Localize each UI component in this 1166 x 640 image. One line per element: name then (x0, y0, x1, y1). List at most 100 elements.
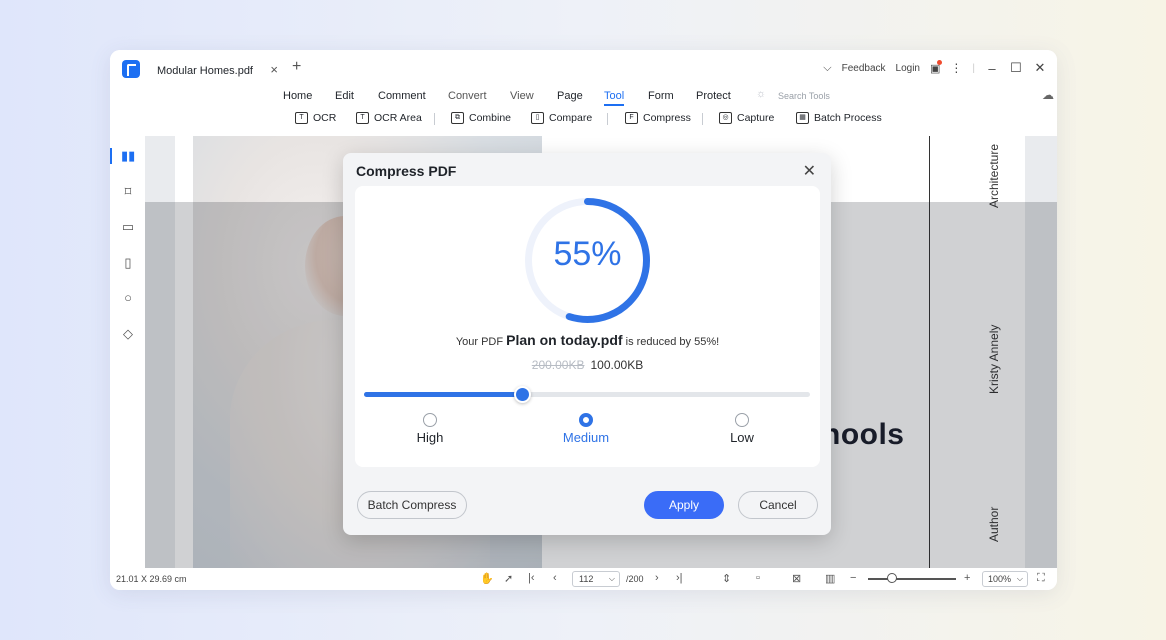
option-high-label: High (416, 430, 444, 445)
next-page-icon[interactable]: › (655, 572, 659, 584)
lightbulb-icon: ☼ (756, 88, 767, 100)
zoom-out-icon[interactable]: − (850, 572, 856, 584)
maximize-icon[interactable]: ☐ (1009, 60, 1023, 76)
new-tab-icon[interactable]: + (292, 58, 301, 76)
tool-capture-label: Capture (737, 112, 775, 124)
menu-comment[interactable]: Comment (378, 90, 426, 102)
bookmark-icon[interactable]: ⌑ (121, 185, 135, 199)
app-logo-icon (122, 60, 140, 78)
fit-page-icon[interactable]: ⊠ (792, 572, 801, 585)
page-number-input[interactable]: 112 ⌵ (572, 571, 620, 587)
title-bar: Modular Homes.pdf × + ⌵ Feedback Login ▣… (110, 50, 1057, 86)
compression-slider[interactable] (364, 392, 810, 397)
tool-combine-label: Combine (469, 112, 512, 124)
tool-ocr-area-label: OCR Area (374, 112, 422, 124)
apply-button[interactable]: Apply (644, 491, 724, 519)
status-bar: 21.01 X 29.69 cm ✋ ➚ |‹ ‹ 112 ⌵ /200 › ›|… (110, 568, 1057, 590)
compare-icon: ▯ (531, 112, 544, 124)
option-low[interactable]: Low (702, 413, 782, 445)
divider: | (972, 62, 975, 74)
zoom-slider[interactable] (868, 578, 956, 580)
page-view-icon[interactable]: ▫ (756, 572, 760, 584)
option-medium[interactable]: Medium (546, 413, 626, 445)
original-size: 200.00KB (531, 358, 585, 372)
more-options-icon[interactable]: ⋮ (950, 61, 962, 75)
feedback-link[interactable]: Feedback (842, 63, 886, 74)
cloud-upload-icon[interactable]: ☁ (1042, 88, 1054, 102)
radio-low[interactable] (735, 413, 749, 427)
tool-compress-label: Compress (643, 112, 691, 124)
divider (434, 113, 435, 125)
zoom-in-icon[interactable]: + (964, 572, 970, 584)
menu-form[interactable]: Form (648, 90, 674, 102)
percent-reduced: 55% (553, 235, 622, 273)
compress-pdf-dialog: Compress PDF ✕ 55% Your PDF Plan on toda… (343, 153, 831, 535)
tool-ocr-area[interactable]: T OCR Area (356, 112, 422, 124)
size-comparison: 200.00KB 100.00KB (355, 358, 820, 372)
radio-high[interactable] (423, 413, 437, 427)
menu-tool[interactable]: Tool (604, 90, 625, 106)
search-tools-input[interactable]: Search Tools (778, 91, 830, 101)
previous-page-icon[interactable]: ‹ (553, 572, 557, 584)
last-page-icon[interactable]: ›| (676, 572, 683, 584)
option-low-label: Low (730, 430, 754, 445)
menu-view[interactable]: View (510, 90, 534, 102)
attachment-icon[interactable]: ▯ (121, 256, 135, 270)
tool-batch-process[interactable]: ▦ Batch Process (796, 112, 882, 124)
ocr-icon: T (295, 112, 308, 124)
search-icon[interactable]: ○ (121, 291, 135, 305)
first-page-icon[interactable]: |‹ (528, 572, 535, 584)
zoom-select[interactable]: 100% ⌵ (982, 571, 1028, 587)
compression-slider-handle[interactable] (514, 386, 532, 403)
comment-icon[interactable]: ▭ (121, 220, 135, 234)
minimize-icon[interactable]: – (985, 61, 999, 76)
option-high[interactable]: High (390, 413, 470, 445)
ocr-area-icon: T (356, 112, 369, 124)
tool-compress[interactable]: F Compress (625, 112, 691, 124)
left-sidebar: ▮▮ ⌑ ▭ ▯ ○ ◇ (110, 136, 145, 568)
radio-medium[interactable] (579, 413, 593, 427)
result-prefix: Your PDF (455, 336, 507, 348)
reading-mode-icon[interactable]: ▥ (825, 572, 835, 585)
fit-height-icon[interactable]: ⇕ (722, 572, 731, 585)
login-link[interactable]: Login (896, 63, 920, 74)
menu-protect[interactable]: Protect (696, 90, 731, 102)
file-name: Plan on today.pdf (506, 332, 623, 348)
select-tool-icon[interactable]: ➚ (504, 572, 513, 585)
close-window-icon[interactable]: ✕ (1033, 60, 1047, 76)
chevron-down-icon: ⌵ (1016, 574, 1023, 583)
fullscreen-icon[interactable]: ⛶ (1037, 572, 1045, 585)
dialog-title: Compress PDF (356, 163, 457, 179)
document-tab-label: Modular Homes.pdf (157, 65, 253, 77)
layers-icon[interactable]: ◇ (121, 327, 135, 341)
chevron-down-icon: ⌵ (608, 574, 615, 583)
menu-edit[interactable]: Edit (335, 90, 354, 102)
menu-page[interactable]: Page (557, 90, 583, 102)
zoom-value: 100% (988, 574, 1012, 584)
notification-icon[interactable]: ▣ (930, 59, 943, 75)
tool-capture[interactable]: ◎ Capture (719, 112, 774, 124)
menu-convert[interactable]: Convert (448, 90, 487, 102)
close-icon[interactable]: ✕ (803, 161, 816, 181)
tool-batch-process-label: Batch Process (814, 112, 882, 124)
tool-ocr[interactable]: T OCR (295, 112, 336, 124)
thumbnails-icon[interactable]: ▮▮ (121, 149, 135, 163)
cancel-button[interactable]: Cancel (738, 491, 818, 519)
divider (607, 113, 608, 125)
tool-compare[interactable]: ▯ Compare (531, 112, 592, 124)
zoom-slider-handle[interactable] (887, 573, 897, 583)
sidebar-active-indicator (110, 148, 112, 164)
tool-combine[interactable]: ⧉ Combine (451, 112, 511, 124)
compressed-size: 100.00KB (590, 358, 644, 372)
vertical-text-architecture: Architecture (987, 143, 1001, 208)
result-message: Your PDF Plan on today.pdf is reduced by… (355, 332, 820, 348)
chevron-down-icon[interactable]: ⌵ (823, 62, 831, 75)
close-tab-icon[interactable]: × (270, 62, 278, 77)
hand-tool-icon[interactable]: ✋ (480, 572, 494, 585)
menu-home[interactable]: Home (283, 90, 312, 102)
compress-result-card: 55% Your PDF Plan on today.pdf is reduce… (355, 186, 820, 467)
page-number-value: 112 (579, 574, 594, 584)
batch-compress-button[interactable]: Batch Compress (357, 491, 467, 519)
capture-icon: ◎ (719, 112, 732, 124)
document-tab[interactable]: Modular Homes.pdf × (146, 56, 282, 86)
